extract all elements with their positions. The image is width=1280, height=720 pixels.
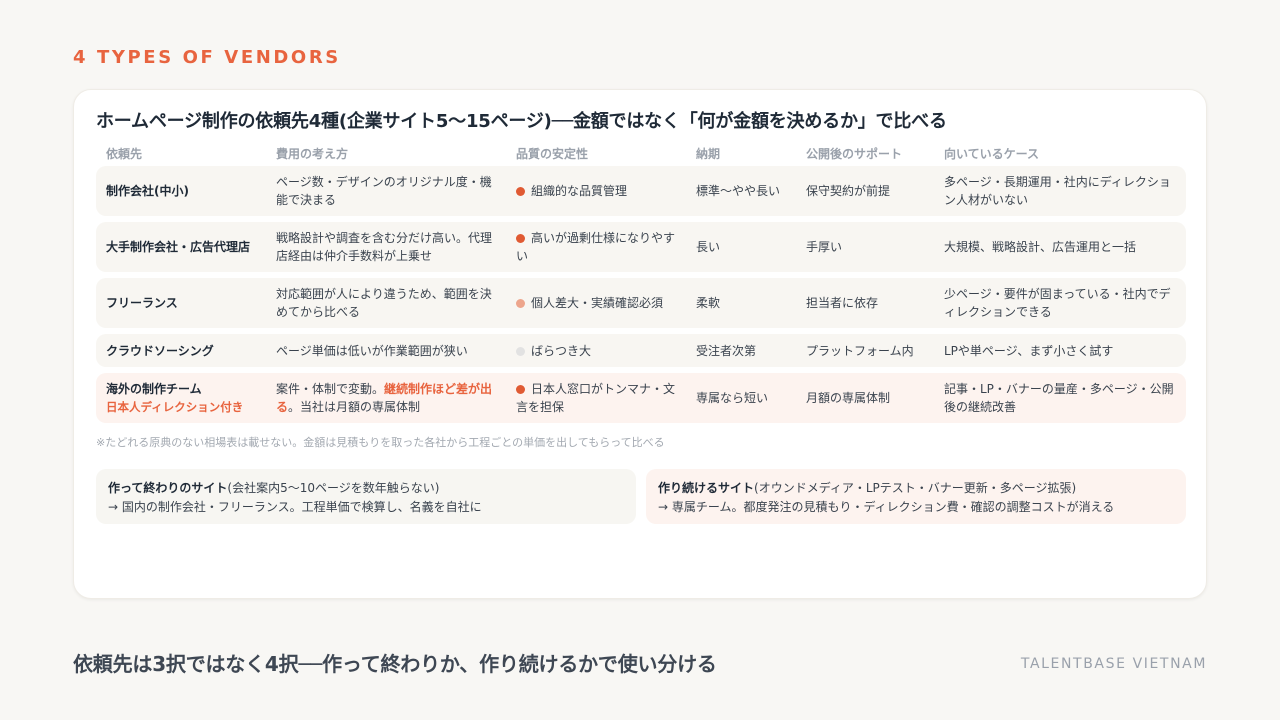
vendor-name: 大手制作会社・広告代理店 (106, 240, 251, 254)
header-cost: 費用の考え方 (276, 147, 349, 161)
table-row: 制作会社(中小) ページ数・デザインのオリジナル度・機能で決まる 組織的な品質管… (96, 166, 1186, 216)
quality-cell: 組織的な品質管理 (516, 182, 681, 200)
table-header: 依頼先 費用の考え方 品質の安定性 納期 公開後のサポート 向いているケース (96, 145, 1186, 165)
delivery-cell: 受注者次第 (696, 343, 757, 358)
footer-title: 依頼先は3択ではなく4択──作って終わりか、作り続けるかで使い分ける (73, 652, 717, 676)
fit-cell: 多ページ・長期運用・社内にディレクション人材がいない (944, 175, 1171, 207)
cost-cell: 案件・体制で変動。継続制作ほど差が出る。当社は月額の専属体制 (276, 380, 501, 416)
quality-cell: 日本人窓口がトンマナ・文言を担保 (516, 380, 681, 416)
quality-text: 個人差大・実績確認必須 (531, 296, 664, 310)
delivery-cell: 柔軟 (696, 296, 721, 310)
delivery-cell: 標準〜やや長い (696, 184, 781, 198)
cost-cell: ページ数・デザインのオリジナル度・機能で決まる (276, 175, 492, 207)
quality-text: ばらつき大 (531, 343, 592, 358)
header-delivery: 納期 (696, 147, 721, 161)
support-cell: 担当者に依存 (806, 296, 879, 310)
support-cell: プラットフォーム内 (806, 343, 914, 358)
quality-text: 組織的な品質管理 (531, 184, 628, 198)
table-row: クラウドソーシング ページ単価は低いが作業範囲が狭い ばらつき大 受注者次第 プ… (96, 334, 1186, 367)
table-row: フリーランス 対応範囲が人により違うため、範囲を決めてから比べる 個人差大・実績… (96, 278, 1186, 328)
quality-cell: 個人差大・実績確認必須 (516, 294, 681, 312)
table-row-highlight: 海外の制作チーム 日本人ディレクション付き 案件・体制で変動。継続制作ほど差が出… (96, 373, 1186, 423)
vendor-sub: 日本人ディレクション付き (106, 400, 244, 414)
support-cell: 月額の専属体制 (806, 391, 891, 405)
card-title: ホームページ制作の依頼先4種(企業サイト5〜15ページ)──金額ではなく「何が金… (96, 111, 947, 132)
box-body: → 国内の制作会社・フリーランス。工程単価で検算し、名義を自社に (108, 500, 482, 514)
cost-cell: 対応範囲が人により違うため、範囲を決めてから比べる (276, 287, 492, 319)
quality-dot-icon (516, 234, 525, 243)
cost-pre: 案件・体制で変動。 (276, 382, 385, 396)
header-vendor: 依頼先 (106, 147, 143, 161)
box-title-note: (会社案内5〜10ページを数年触らない) (227, 481, 440, 495)
fit-cell: LPや単ページ、まず小さく試す (944, 343, 1114, 358)
box-heading: 作り続けるサイト(オウンドメディア・LPテスト・バナー更新・多ページ拡張) (658, 479, 1174, 498)
footnote: ※たどれる原典のない相場表は載せない。金額は見積もりを取った各社から工程ごとの単… (96, 436, 665, 449)
header-fit: 向いているケース (944, 147, 1040, 161)
support-cell: 保守契約が前提 (806, 184, 891, 198)
quality-dot-icon (516, 299, 525, 308)
vendor-name: 海外の制作チーム 日本人ディレクション付き (106, 380, 266, 416)
quality-dot-icon (516, 187, 525, 196)
ongoing-site-box: 作り続けるサイト(オウンドメディア・LPテスト・バナー更新・多ページ拡張) → … (646, 469, 1186, 524)
vendor-main: 海外の制作チーム (106, 382, 202, 396)
box-title: 作って終わりのサイト (108, 481, 228, 495)
box-heading: 作って終わりのサイト(会社案内5〜10ページを数年触らない) (108, 479, 624, 498)
box-body: → 専属チーム。都度発注の見積もり・ディレクション費・確認の調整コストが消える (658, 500, 1115, 514)
quality-cell: 高いが過剰仕様になりやすい (516, 229, 681, 265)
brand-label: TALENTBASE VIETNAM (1020, 656, 1207, 672)
vendor-name: 制作会社(中小) (106, 184, 189, 198)
fit-cell: 記事・LP・バナーの量産・多ページ・公開後の継続改善 (944, 382, 1174, 414)
quality-text: 日本人窓口がトンマナ・文言を担保 (516, 382, 676, 414)
fit-cell: 少ページ・要件が固まっている・社内でディレクションできる (944, 287, 1171, 319)
vendor-name: クラウドソーシング (106, 343, 214, 358)
one-off-site-box: 作って終わりのサイト(会社案内5〜10ページを数年触らない) → 国内の制作会社… (96, 469, 636, 524)
box-title: 作り続けるサイト (658, 481, 755, 495)
quality-dot-icon (516, 385, 525, 394)
delivery-cell: 専属なら短い (696, 391, 769, 405)
delivery-cell: 長い (696, 240, 721, 254)
header-quality: 品質の安定性 (516, 147, 589, 161)
quality-dot-icon (516, 346, 525, 356)
cost-post: 。当社は月額の専属体制 (288, 400, 421, 414)
support-cell: 手厚い (806, 240, 843, 254)
quality-text: 高いが過剰仕様になりやすい (516, 231, 676, 263)
cost-cell: ページ単価は低いが作業範囲が狭い (276, 343, 468, 358)
cost-cell: 戦略設計や調査を含む分だけ高い。代理店経由は仲介手数料が上乗せ (276, 231, 493, 263)
box-title-note: (オウンドメディア・LPテスト・バナー更新・多ページ拡張) (754, 481, 1077, 495)
quality-cell: ばらつき大 (516, 342, 681, 360)
table-row: 大手制作会社・広告代理店 戦略設計や調査を含む分だけ高い。代理店経由は仲介手数料… (96, 222, 1186, 272)
eyebrow-label: 4 TYPES OF VENDORS (73, 47, 341, 68)
fit-cell: 大規模、戦略設計、広告運用と一括 (944, 240, 1137, 254)
vendor-name: フリーランス (106, 296, 178, 310)
comparison-card: ホームページ制作の依頼先4種(企業サイト5〜15ページ)──金額ではなく「何が金… (73, 89, 1207, 599)
header-support: 公開後のサポート (806, 147, 903, 161)
